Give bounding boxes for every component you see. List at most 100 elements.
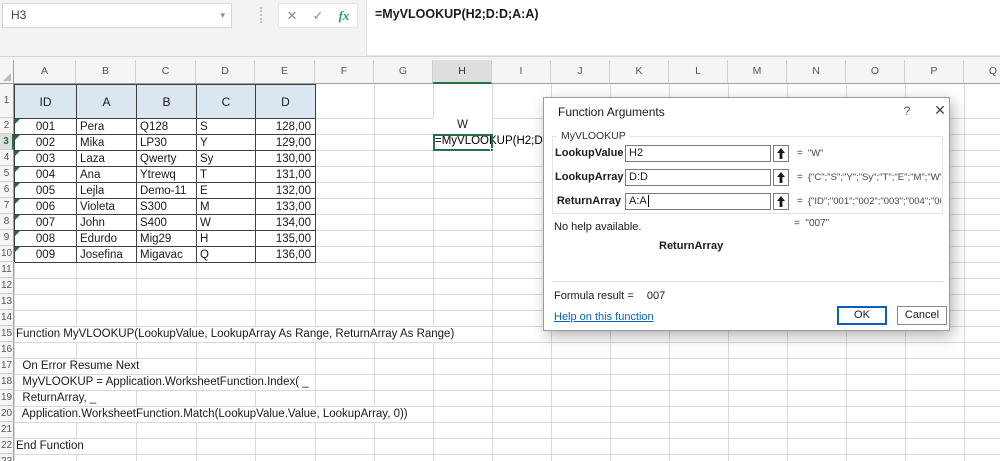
select-all-corner[interactable] bbox=[0, 60, 14, 84]
row-header-14[interactable]: 14 bbox=[0, 310, 14, 326]
table-header-cell[interactable]: A bbox=[77, 85, 137, 119]
row-header-10[interactable]: 10 bbox=[0, 246, 14, 262]
table-cell[interactable]: 129,00 bbox=[256, 135, 316, 151]
column-header-e[interactable]: E bbox=[255, 60, 315, 84]
table-cell[interactable]: T bbox=[197, 167, 256, 183]
row-header-1[interactable]: 1 bbox=[0, 84, 14, 118]
table-cell[interactable]: Y bbox=[197, 135, 256, 151]
table-cell[interactable]: 002 bbox=[15, 135, 77, 151]
row-header-7[interactable]: 7 bbox=[0, 198, 14, 214]
column-header-n[interactable]: N bbox=[787, 60, 846, 84]
table-cell[interactable]: 132,00 bbox=[256, 183, 316, 199]
column-header-o[interactable]: O bbox=[846, 60, 905, 84]
table-cell[interactable]: Mika bbox=[77, 135, 137, 151]
table-cell[interactable]: Violeta bbox=[77, 199, 137, 215]
table-cell[interactable]: 128,00 bbox=[256, 119, 316, 135]
vba-code-line[interactable]: On Error Resume Next bbox=[16, 359, 143, 374]
enter-entry-icon[interactable]: ✓ bbox=[305, 4, 331, 27]
table-cell[interactable]: E bbox=[197, 183, 256, 199]
table-cell[interactable]: John bbox=[77, 215, 137, 231]
column-header-a[interactable]: A bbox=[14, 60, 76, 84]
formula-bar[interactable]: =MyVLOOKUP(H2;D:D;A:A) bbox=[366, 0, 1000, 56]
table-cell[interactable]: 006 bbox=[15, 199, 77, 215]
column-header-b[interactable]: B bbox=[76, 60, 136, 84]
column-header-j[interactable]: J bbox=[551, 60, 610, 84]
table-cell[interactable]: Migavac bbox=[137, 247, 197, 263]
row-header-5[interactable]: 5 bbox=[0, 166, 14, 182]
row-header-11[interactable]: 11 bbox=[0, 262, 14, 278]
column-header-g[interactable]: G bbox=[374, 60, 433, 84]
table-cell[interactable]: Q128 bbox=[137, 119, 197, 135]
row-header-2[interactable]: 2 bbox=[0, 118, 14, 134]
row-header-20[interactable]: 20 bbox=[0, 406, 14, 422]
insert-function-icon[interactable]: fx bbox=[331, 4, 357, 27]
row-header-15[interactable]: 15 bbox=[0, 326, 14, 342]
vba-code-line[interactable]: MyVLOOKUP = Application.WorksheetFunctio… bbox=[16, 375, 312, 390]
lookupvalue-input[interactable]: H2 bbox=[625, 144, 771, 162]
column-header-i[interactable]: I bbox=[492, 60, 551, 84]
table-cell[interactable]: 009 bbox=[15, 247, 77, 263]
cell-h2[interactable]: W bbox=[433, 118, 492, 134]
table-cell[interactable]: Ana bbox=[77, 167, 137, 183]
column-header-l[interactable]: L bbox=[669, 60, 728, 84]
column-header-q[interactable]: Q bbox=[964, 60, 1000, 84]
row-header-18[interactable]: 18 bbox=[0, 374, 14, 390]
table-cell[interactable]: Josefina bbox=[77, 247, 137, 263]
table-cell[interactable]: 003 bbox=[15, 151, 77, 167]
vba-code-line[interactable]: Function MyVLOOKUP(LookupValue, LookupAr… bbox=[16, 327, 458, 342]
cancel-button[interactable]: Cancel bbox=[897, 306, 947, 325]
row-header-4[interactable]: 4 bbox=[0, 150, 14, 166]
cell-h3-selection-border[interactable] bbox=[433, 134, 494, 152]
column-header-m[interactable]: M bbox=[728, 60, 787, 84]
column-header-c[interactable]: C bbox=[136, 60, 196, 84]
column-header-p[interactable]: P bbox=[905, 60, 964, 84]
help-on-function-link[interactable]: Help on this function bbox=[554, 311, 654, 323]
table-cell[interactable]: W bbox=[197, 215, 256, 231]
table-header-cell[interactable]: ID bbox=[15, 85, 77, 119]
table-cell[interactable]: 004 bbox=[15, 167, 77, 183]
table-cell[interactable]: Mig29 bbox=[137, 231, 197, 247]
lookuparray-input[interactable]: D:D bbox=[625, 168, 771, 186]
name-box[interactable]: H3 ▾ bbox=[2, 3, 232, 28]
returnarray-range-picker[interactable] bbox=[773, 192, 789, 210]
table-cell[interactable]: 131,00 bbox=[256, 167, 316, 183]
table-cell[interactable]: H bbox=[197, 231, 256, 247]
table-cell[interactable]: 001 bbox=[15, 119, 77, 135]
table-cell[interactable]: 134,00 bbox=[256, 215, 316, 231]
row-header-22[interactable]: 22 bbox=[0, 438, 14, 454]
row-header-6[interactable]: 6 bbox=[0, 182, 14, 198]
table-cell[interactable]: 133,00 bbox=[256, 199, 316, 215]
table-cell[interactable]: S400 bbox=[137, 215, 197, 231]
column-header-h[interactable]: H bbox=[433, 60, 492, 84]
table-cell[interactable]: Qwerty bbox=[137, 151, 197, 167]
table-cell[interactable]: 136,00 bbox=[256, 247, 316, 263]
table-cell[interactable]: 008 bbox=[15, 231, 77, 247]
row-header-16[interactable]: 16 bbox=[0, 342, 14, 358]
table-cell[interactable]: Lejla bbox=[77, 183, 137, 199]
chevron-down-icon[interactable]: ▾ bbox=[220, 4, 225, 27]
row-header-23[interactable]: 23 bbox=[0, 454, 14, 461]
row-header-17[interactable]: 17 bbox=[0, 358, 14, 374]
table-cell[interactable]: Laza bbox=[77, 151, 137, 167]
table-cell[interactable]: S300 bbox=[137, 199, 197, 215]
table-header-cell[interactable]: D bbox=[256, 85, 316, 119]
column-header-f[interactable]: F bbox=[315, 60, 374, 84]
vba-code-line[interactable]: End Function bbox=[16, 439, 87, 454]
vba-code-line[interactable]: ReturnArray, _ bbox=[16, 391, 100, 406]
table-header-cell[interactable]: C bbox=[197, 85, 256, 119]
dialog-close-icon[interactable]: ✕ bbox=[930, 102, 950, 119]
table-cell[interactable]: 130,00 bbox=[256, 151, 316, 167]
table-cell[interactable]: Q bbox=[197, 247, 256, 263]
lookuparray-range-picker[interactable] bbox=[773, 168, 789, 186]
dialog-help-icon[interactable]: ? bbox=[899, 104, 915, 118]
fill-handle[interactable] bbox=[490, 148, 494, 152]
lookupvalue-range-picker[interactable] bbox=[773, 144, 789, 162]
row-header-9[interactable]: 9 bbox=[0, 230, 14, 246]
row-header-3[interactable]: 3 bbox=[0, 134, 14, 150]
row-header-19[interactable]: 19 bbox=[0, 390, 14, 406]
table-cell[interactable]: 005 bbox=[15, 183, 77, 199]
column-header-k[interactable]: K bbox=[610, 60, 669, 84]
row-header-13[interactable]: 13 bbox=[0, 294, 14, 310]
table-cell[interactable]: Demo-11 bbox=[137, 183, 197, 199]
table-cell[interactable]: 135,00 bbox=[256, 231, 316, 247]
